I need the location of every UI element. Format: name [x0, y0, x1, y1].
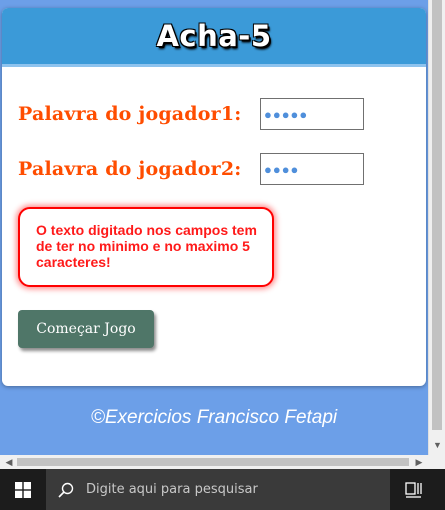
player1-password-input[interactable]: ●●●●● — [260, 98, 364, 130]
search-icon — [46, 482, 86, 498]
scroll-down-arrow-icon[interactable]: ▼ — [429, 436, 445, 453]
player2-label: Palavra do jogador2: — [18, 158, 242, 180]
player1-label: Palavra do jogador1: — [18, 103, 242, 125]
player1-password-dots: ●●●●● — [264, 106, 309, 122]
game-card: Acha-5 Palavra do jogador1: ●●●●● Palavr… — [2, 8, 426, 386]
scrollbar-corner — [428, 455, 445, 469]
start-game-button[interactable]: Começar Jogo — [18, 310, 154, 348]
page-title: Acha-5 — [156, 19, 272, 53]
player2-password-dots: ●●●● — [264, 161, 300, 177]
windows-start-icon[interactable] — [0, 469, 46, 510]
player2-password-input[interactable]: ●●●● — [260, 153, 364, 185]
taskbar: Digite aqui para pesquisar — [0, 469, 445, 510]
footer-credit: ©Exercicios Francisco Fetapi — [90, 407, 338, 428]
card-header: Acha-5 — [2, 8, 426, 67]
player2-row: Palavra do jogador2: ●●●● — [18, 153, 364, 185]
page: Acha-5 Palavra do jogador1: ●●●●● Palavr… — [0, 0, 428, 455]
scroll-right-arrow-icon[interactable]: ▶ — [412, 455, 426, 469]
horizontal-scroll-thumb[interactable] — [17, 458, 409, 466]
vertical-scroll-thumb[interactable] — [432, 0, 442, 430]
scroll-left-arrow-icon[interactable]: ◀ — [2, 455, 16, 469]
player1-row: Palavra do jogador1: ●●●●● — [18, 98, 364, 130]
error-message-box: O texto digitado nos campos tem de ter n… — [18, 207, 274, 287]
search-placeholder: Digite aqui para pesquisar — [86, 482, 258, 497]
error-message-text: O texto digitado nos campos tem de ter n… — [36, 222, 257, 270]
task-view-icon[interactable] — [398, 469, 430, 510]
horizontal-scrollbar[interactable]: ◀ ▶ — [0, 455, 428, 469]
vertical-scrollbar[interactable]: ▼ — [428, 0, 445, 455]
taskbar-search-input[interactable]: Digite aqui para pesquisar — [46, 469, 390, 510]
